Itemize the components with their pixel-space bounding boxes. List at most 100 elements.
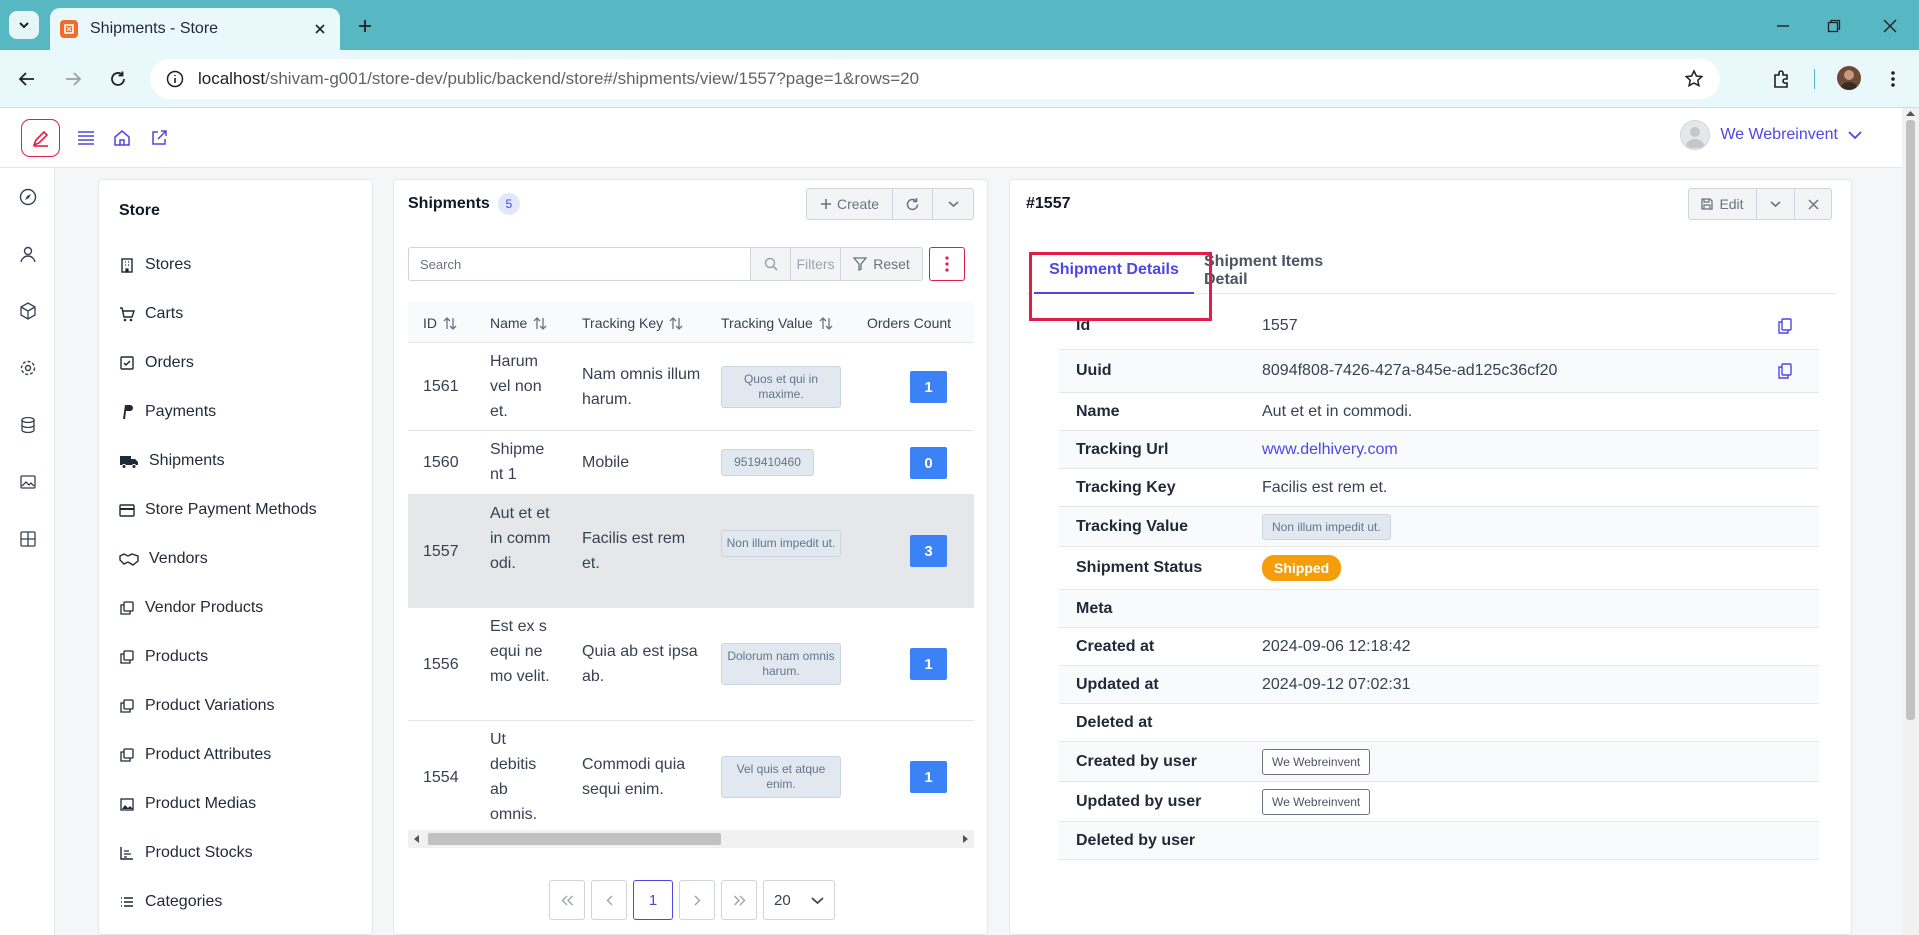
user-icon[interactable] bbox=[18, 244, 38, 264]
external-link-icon[interactable] bbox=[149, 128, 169, 148]
window-close-icon[interactable] bbox=[1878, 14, 1902, 38]
sidebar-item-shipments[interactable]: Shipments bbox=[119, 449, 225, 473]
copy-icon[interactable] bbox=[1776, 317, 1794, 335]
url-text[interactable]: localhost/shivam-g001/store-dev/public/b… bbox=[198, 69, 1682, 89]
sidebar-item-store-payment-methods[interactable]: Store Payment Methods bbox=[119, 498, 317, 522]
last-page-button[interactable] bbox=[721, 880, 757, 920]
column-header-name[interactable]: Name bbox=[490, 315, 547, 331]
tab-search-button[interactable] bbox=[9, 11, 39, 39]
check-square-icon bbox=[119, 355, 135, 371]
sidebar-item-vendor-products[interactable]: Vendor Products bbox=[119, 596, 263, 620]
list-options-dropdown[interactable] bbox=[933, 189, 973, 219]
column-header-orders-count[interactable]: Orders Count bbox=[867, 315, 951, 331]
table-row[interactable]: 1556 Est ex sequi nemo velit. Quia ab es… bbox=[408, 608, 974, 721]
page-button-current[interactable]: 1 bbox=[633, 880, 673, 920]
column-header-tracking-value[interactable]: Tracking Value bbox=[721, 315, 833, 331]
column-label: ID bbox=[423, 315, 437, 331]
sidebar-item-products[interactable]: Products bbox=[119, 645, 208, 669]
user-chip[interactable]: We Webreinvent bbox=[1262, 748, 1371, 775]
sidebar-item-vendors[interactable]: Vendors bbox=[119, 547, 208, 571]
close-detail-button[interactable] bbox=[1795, 189, 1831, 219]
table-row[interactable]: 1554 Ut debitis ab omnis. Commodi quia s… bbox=[408, 721, 974, 830]
reset-button[interactable]: Reset bbox=[841, 247, 923, 281]
list-title: Shipments bbox=[408, 195, 490, 212]
orders-count-badge[interactable]: 1 bbox=[910, 648, 947, 680]
reload-icon[interactable] bbox=[103, 64, 133, 94]
home-icon[interactable] bbox=[112, 128, 132, 148]
sidebar-item-carts[interactable]: Carts bbox=[119, 302, 183, 326]
new-tab-icon[interactable] bbox=[352, 13, 378, 39]
double-chevron-left-icon bbox=[561, 895, 573, 905]
prev-page-button[interactable] bbox=[591, 880, 627, 920]
sidebar-item-categories[interactable]: Categories bbox=[119, 890, 222, 914]
minimize-icon[interactable] bbox=[1771, 14, 1795, 38]
column-header-id[interactable]: ID bbox=[423, 315, 457, 331]
restore-icon[interactable] bbox=[1822, 14, 1846, 38]
scroll-left-icon[interactable] bbox=[414, 835, 420, 843]
sidebar-item-orders[interactable]: Orders bbox=[119, 351, 194, 375]
orders-count-badge[interactable]: 1 bbox=[910, 371, 947, 403]
search-input[interactable]: Search bbox=[408, 247, 751, 281]
orders-count-badge[interactable]: 1 bbox=[910, 761, 947, 793]
gallery-icon[interactable] bbox=[18, 472, 38, 492]
user-menu[interactable]: We Webreinvent bbox=[1680, 120, 1862, 150]
sidebar-item-stores[interactable]: Stores bbox=[119, 253, 191, 277]
paypal-icon bbox=[119, 404, 135, 420]
scroll-up-icon[interactable] bbox=[1906, 110, 1915, 116]
browser-menu-icon[interactable] bbox=[1878, 64, 1908, 94]
app-logo[interactable] bbox=[21, 119, 60, 157]
next-page-button[interactable] bbox=[679, 880, 715, 920]
rows-per-page-select[interactable]: 20 bbox=[763, 880, 835, 920]
create-button[interactable]: Create bbox=[807, 189, 893, 219]
vertical-scrollbar[interactable] bbox=[1902, 108, 1919, 935]
sidebar-item-product-medias[interactable]: Product Medias bbox=[119, 792, 256, 816]
sidebar-item-product-variations[interactable]: Product Variations bbox=[119, 694, 275, 718]
table-row[interactable]: 1560 Shipment 1 Mobile 9519410460 0 bbox=[408, 431, 974, 495]
address-bar[interactable]: localhost/shivam-g001/store-dev/public/b… bbox=[150, 59, 1720, 99]
tracking-url-link[interactable]: www.delhivery.com bbox=[1262, 441, 1398, 459]
compass-icon[interactable] bbox=[18, 187, 38, 207]
cell-name: Est ex sequi nemo velit. bbox=[490, 618, 550, 685]
icon-rail bbox=[0, 168, 55, 935]
bookmark-star-icon[interactable] bbox=[1682, 67, 1706, 91]
first-page-button[interactable] bbox=[549, 880, 585, 920]
copy-icon[interactable] bbox=[1776, 362, 1794, 380]
filters-button[interactable]: Filters bbox=[791, 247, 841, 281]
field-row-name: Name Aut et et in commodi. bbox=[1059, 393, 1819, 431]
menu-icon[interactable] bbox=[76, 128, 96, 148]
orders-count-badge[interactable]: 3 bbox=[910, 535, 947, 567]
cell-tracking-value: 9519410460 bbox=[721, 449, 814, 476]
more-actions-button[interactable] bbox=[929, 247, 965, 281]
search-icon bbox=[764, 257, 778, 271]
sidebar-item-product-attributes[interactable]: Product Attributes bbox=[119, 743, 271, 767]
database-icon[interactable] bbox=[18, 415, 38, 435]
cell-name: Shipment 1 bbox=[490, 441, 545, 483]
orders-count-badge[interactable]: 0 bbox=[910, 447, 947, 479]
user-chip[interactable]: We Webreinvent bbox=[1262, 788, 1371, 815]
sidebar-item-product-stocks[interactable]: Product Stocks bbox=[119, 841, 253, 865]
save-icon bbox=[1701, 198, 1714, 210]
forward-icon[interactable] bbox=[58, 64, 88, 94]
horizontal-scrollbar[interactable] bbox=[408, 830, 974, 848]
tab-shipment-items-detail[interactable]: Shipment Items Detail bbox=[1204, 248, 1366, 294]
site-info-icon[interactable] bbox=[164, 68, 186, 90]
column-header-tracking-key[interactable]: Tracking Key bbox=[582, 315, 683, 331]
sidebar-item-payments[interactable]: Payments bbox=[119, 400, 216, 424]
search-button[interactable] bbox=[751, 247, 791, 281]
extensions-icon[interactable] bbox=[1767, 64, 1797, 94]
detail-options-dropdown[interactable] bbox=[1757, 189, 1795, 219]
table-icon[interactable] bbox=[18, 529, 38, 549]
table-row-selected[interactable]: 1557 Aut et et in commodi. Facilis est r… bbox=[408, 495, 974, 608]
refresh-button[interactable] bbox=[893, 189, 933, 219]
scroll-thumb[interactable] bbox=[1906, 120, 1915, 720]
scroll-right-icon[interactable] bbox=[962, 835, 968, 843]
table-row[interactable]: 1561 Harum vel non et. Nam omnis illum h… bbox=[408, 343, 974, 431]
tab-close-icon[interactable] bbox=[310, 19, 330, 39]
gear-icon[interactable] bbox=[18, 358, 38, 378]
profile-avatar[interactable] bbox=[1837, 66, 1861, 90]
box-icon[interactable] bbox=[18, 301, 38, 321]
scroll-thumb[interactable] bbox=[428, 833, 721, 845]
browser-tab-active[interactable]: Shipments - Store bbox=[50, 8, 340, 50]
edit-button[interactable]: Edit bbox=[1689, 189, 1757, 219]
back-icon[interactable] bbox=[12, 64, 42, 94]
